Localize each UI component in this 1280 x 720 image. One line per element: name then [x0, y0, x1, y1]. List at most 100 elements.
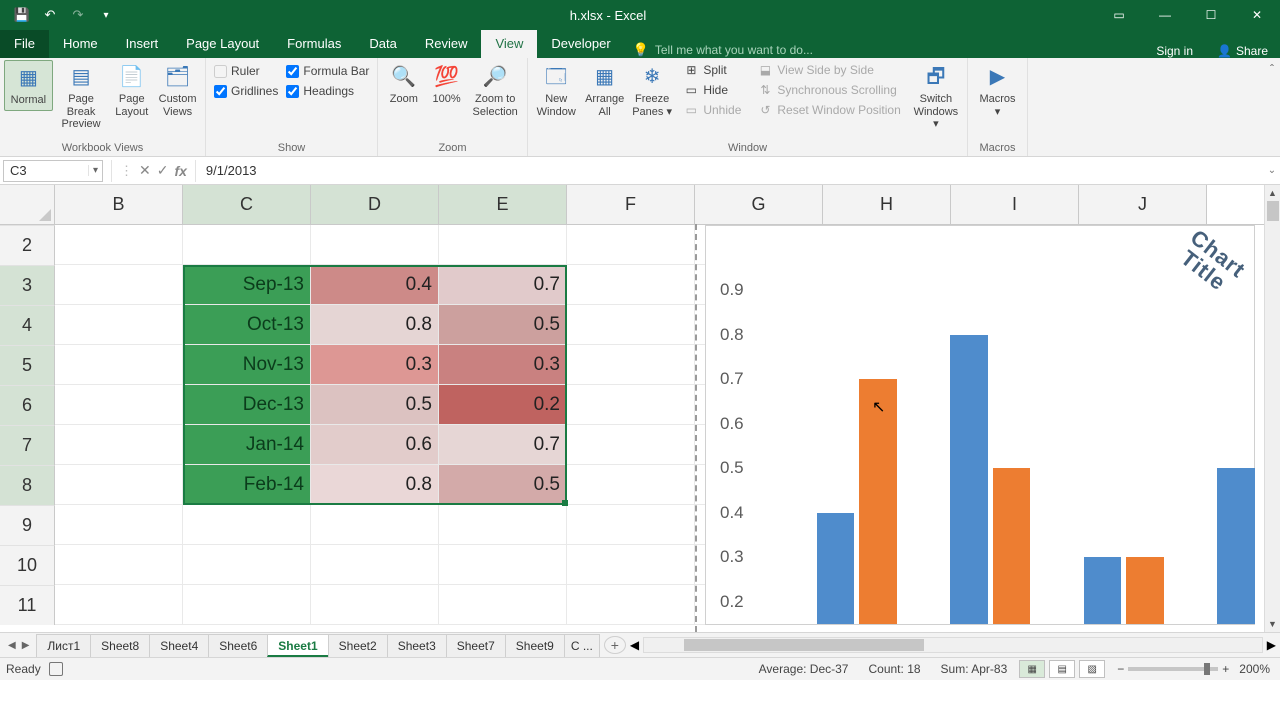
save-icon[interactable]: 💾: [8, 4, 36, 26]
tab-view[interactable]: View: [481, 30, 537, 58]
cell[interactable]: 0.3: [439, 345, 567, 384]
headings-checkbox[interactable]: Headings: [286, 84, 369, 98]
hide-button[interactable]: ▭Hide: [679, 83, 745, 97]
cell[interactable]: 0.3: [311, 345, 439, 384]
expand-formula-icon[interactable]: ⌄: [1264, 165, 1280, 176]
normal-button[interactable]: ▦ Normal: [4, 60, 53, 111]
row-header[interactable]: 5: [0, 345, 55, 385]
scroll-thumb[interactable]: [1267, 201, 1279, 221]
cell[interactable]: Jan-14: [183, 425, 311, 464]
chart-bar[interactable]: [993, 468, 1030, 624]
col-header-d[interactable]: D: [311, 185, 439, 224]
row-header[interactable]: 11: [0, 585, 55, 625]
custom-views-button[interactable]: 🗂 Custom Views: [154, 60, 201, 121]
freeze-panes-button[interactable]: ❄ Freeze Panes ▾: [629, 60, 676, 121]
cell[interactable]: [567, 265, 695, 304]
cell[interactable]: 0.4: [311, 265, 439, 304]
cell[interactable]: Nov-13: [183, 345, 311, 384]
zoom-in-icon[interactable]: +: [1222, 662, 1229, 676]
cell[interactable]: [183, 545, 311, 584]
cell[interactable]: [567, 305, 695, 344]
cell[interactable]: [439, 505, 567, 544]
cell[interactable]: [439, 585, 567, 624]
view-normal-button[interactable]: ▦: [1019, 660, 1045, 678]
new-window-button[interactable]: 🗔 New Window: [532, 60, 580, 121]
redo-icon[interactable]: ↷: [64, 4, 92, 26]
namebox-dropdown-icon[interactable]: ▾: [88, 165, 102, 176]
tab-page-layout[interactable]: Page Layout: [172, 30, 273, 58]
cell[interactable]: [55, 225, 183, 264]
chart-bar[interactable]: [817, 513, 854, 624]
chart-bar[interactable]: [1084, 557, 1121, 624]
row-header[interactable]: 3: [0, 265, 55, 305]
scroll-up-icon[interactable]: ▲: [1265, 185, 1280, 201]
cell[interactable]: 0.5: [439, 465, 567, 504]
cell[interactable]: [567, 465, 695, 504]
sheet-tab[interactable]: Sheet7: [446, 634, 506, 657]
row-header[interactable]: 7: [0, 425, 55, 465]
cell[interactable]: [55, 345, 183, 384]
cell[interactable]: [55, 305, 183, 344]
cell[interactable]: [311, 225, 439, 264]
cell[interactable]: Sep-13: [183, 265, 311, 304]
cell[interactable]: 0.2: [439, 385, 567, 424]
cell[interactable]: [567, 545, 695, 584]
sheet-tab[interactable]: Sheet3: [387, 634, 447, 657]
hscroll-thumb[interactable]: [684, 639, 924, 651]
close-button[interactable]: ✕: [1234, 0, 1280, 30]
col-header-i[interactable]: I: [951, 185, 1079, 224]
zoom-out-icon[interactable]: −: [1117, 662, 1124, 676]
cell[interactable]: [567, 345, 695, 384]
chart-bar[interactable]: [859, 379, 896, 624]
cell[interactable]: 0.7: [439, 425, 567, 464]
cell[interactable]: [55, 265, 183, 304]
chart-bar[interactable]: [1126, 557, 1163, 624]
zoom-slider[interactable]: [1128, 667, 1218, 671]
unhide-button[interactable]: ▭Unhide: [679, 103, 745, 117]
zoom-level[interactable]: 200%: [1239, 662, 1270, 676]
zoom-selection-button[interactable]: 🔎 Zoom to Selection: [467, 60, 523, 121]
cell[interactable]: [55, 505, 183, 544]
share-button[interactable]: 👤 Share: [1205, 44, 1280, 58]
cell[interactable]: [567, 425, 695, 464]
view-page-break-button[interactable]: ▧: [1079, 660, 1105, 678]
row-header[interactable]: 2: [0, 225, 55, 265]
page-break-preview-button[interactable]: ▤ Page Break Preview: [53, 60, 110, 134]
enter-icon[interactable]: ✓: [157, 162, 169, 179]
cell[interactable]: [567, 385, 695, 424]
worksheet-grid[interactable]: B C D E F G H I J 23Sep-130.40.74Oct-130…: [0, 185, 1280, 632]
col-header-j[interactable]: J: [1079, 185, 1207, 224]
cell[interactable]: [567, 505, 695, 544]
col-header-f[interactable]: F: [567, 185, 695, 224]
cell[interactable]: [55, 465, 183, 504]
cell[interactable]: [55, 385, 183, 424]
sheet-tab[interactable]: Лист1: [36, 634, 91, 657]
cell[interactable]: [183, 585, 311, 624]
cell[interactable]: [55, 585, 183, 624]
add-sheet-button[interactable]: +: [604, 636, 626, 654]
undo-icon[interactable]: ↶: [36, 4, 64, 26]
cell[interactable]: Feb-14: [183, 465, 311, 504]
macro-record-icon[interactable]: [49, 662, 63, 676]
fx-icon[interactable]: fx: [174, 163, 186, 179]
sheet-tab[interactable]: Sheet1: [267, 634, 328, 657]
cell[interactable]: 0.5: [439, 305, 567, 344]
minimize-button[interactable]: —: [1142, 0, 1188, 30]
gridlines-checkbox[interactable]: Gridlines: [214, 84, 278, 98]
col-header-c[interactable]: C: [183, 185, 311, 224]
cancel-icon[interactable]: ✕: [139, 162, 151, 179]
hscroll-left-icon[interactable]: ◀: [630, 638, 639, 652]
cell[interactable]: 0.8: [311, 465, 439, 504]
row-header[interactable]: 9: [0, 505, 55, 545]
ruler-checkbox[interactable]: Ruler: [214, 64, 278, 78]
cell[interactable]: [55, 545, 183, 584]
reset-pos-button[interactable]: ↺Reset Window Position: [753, 103, 904, 117]
macros-button[interactable]: ▶ Macros▾: [972, 60, 1023, 121]
cell[interactable]: 0.6: [311, 425, 439, 464]
col-header-b[interactable]: B: [55, 185, 183, 224]
ribbon-display-icon[interactable]: ▭: [1096, 0, 1142, 30]
col-header-e[interactable]: E: [439, 185, 567, 224]
vertical-scrollbar[interactable]: ▲ ▼: [1264, 185, 1280, 632]
view-side-button[interactable]: ⬓View Side by Side: [753, 63, 904, 77]
sheet-nav[interactable]: ◀▶: [0, 640, 37, 651]
